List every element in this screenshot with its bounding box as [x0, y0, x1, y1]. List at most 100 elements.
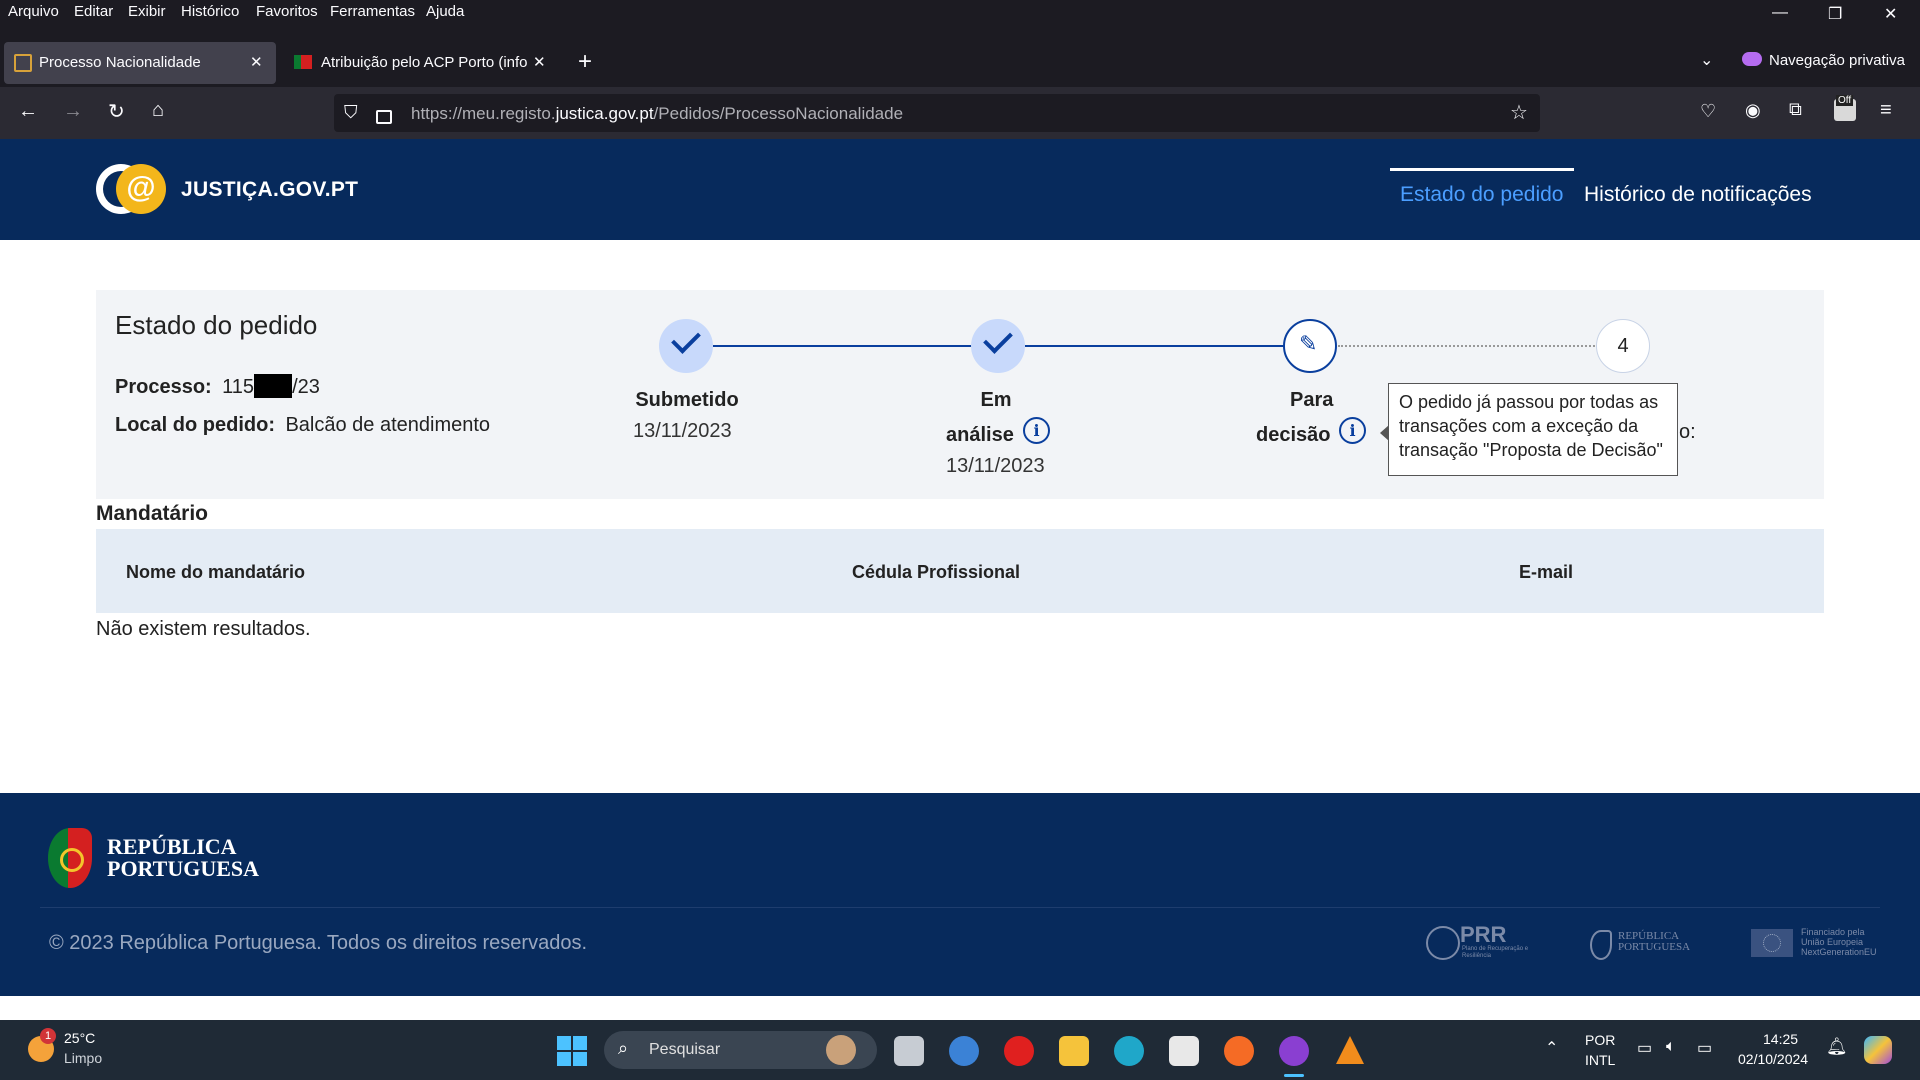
menu-exibir[interactable]: Exibir: [128, 3, 166, 20]
hamburger-menu-icon[interactable]: ≡: [1880, 99, 1892, 122]
copyright-text: © 2023 República Portuguesa. Todos os di…: [49, 932, 588, 954]
extensions-icon[interactable]: ⧉: [1789, 99, 1802, 120]
clock-date[interactable]: 02/10/2024: [1738, 1051, 1808, 1067]
step-em-analise-info-icon[interactable]: i: [1023, 417, 1050, 444]
prr-logo-text: PRR: [1460, 922, 1507, 947]
pocket-icon[interactable]: ♡: [1700, 101, 1716, 122]
local-label: Local do pedido:: [115, 414, 275, 436]
column-email: E-mail: [1519, 562, 1574, 582]
tab-bar: [0, 25, 1920, 87]
progress-line-2: [1025, 345, 1285, 347]
site-footer: [0, 793, 1920, 996]
clock-time[interactable]: 14:25: [1763, 1031, 1798, 1047]
qbittorrent-icon[interactable]: [949, 1036, 979, 1066]
tab-favicon-icon: [14, 54, 32, 72]
republica-portuguesa-logo[interactable]: REPÚBLICA PORTUGUESA: [107, 836, 259, 880]
step-em-analise-label-2: análise: [946, 424, 1014, 446]
show-hidden-icons-chevron[interactable]: ⌃: [1545, 1038, 1558, 1058]
tab-close-icon[interactable]: ✕: [250, 53, 263, 71]
url-bar[interactable]: ⛉ https://meu.registo.justica.gov.pt/Ped…: [334, 94, 1540, 132]
notification-bell-icon[interactable]: 🔔︎: [1826, 1037, 1848, 1057]
network-icon[interactable]: ▭: [1637, 1038, 1652, 1058]
opera-icon[interactable]: [1004, 1036, 1034, 1066]
bookmark-star-icon[interactable]: ☆: [1510, 100, 1528, 125]
step-em-analise-label-1: Em: [980, 389, 1012, 411]
vlc-icon[interactable]: [1336, 1036, 1364, 1064]
redaction-block: [254, 374, 293, 398]
step-4-partial-label: o:: [1679, 421, 1696, 443]
new-tab-button[interactable]: +: [578, 48, 592, 76]
local-row: Local do pedido: Balcão de atendimento: [115, 414, 490, 437]
site-logo-text[interactable]: JUSTIÇA.GOV.PT: [181, 178, 358, 202]
processo-label: Processo:: [115, 376, 212, 398]
active-nav-indicator: [1390, 168, 1574, 171]
tab-processo-nacionalidade[interactable]: Processo Nacionalidade ✕: [4, 42, 276, 84]
lock-icon[interactable]: [376, 110, 392, 124]
tab-label: Processo Nacionalidade: [39, 54, 201, 71]
search-placeholder: Pesquisar: [649, 1041, 721, 1058]
firefox-icon[interactable]: [1224, 1036, 1254, 1066]
menu-bar: Arquivo Editar Exibir Histórico Favorito…: [0, 0, 1920, 25]
decision-tooltip: O pedido já passou por todas as transaçõ…: [1388, 383, 1678, 476]
volume-icon[interactable]: 🔈︎: [1666, 1038, 1676, 1056]
menu-favoritos[interactable]: Favoritos: [256, 3, 318, 20]
minimize-icon[interactable]: —: [1772, 4, 1788, 22]
step-para-decisao-pencil-icon: ✎: [1283, 319, 1337, 373]
home-icon[interactable]: ⌂: [152, 99, 164, 122]
progress-line-3: [1338, 345, 1598, 347]
tab-label: Atribuição pelo ACP Porto (info: [321, 54, 528, 71]
justica-logo-icon[interactable]: @: [96, 164, 166, 214]
battery-icon[interactable]: ▭: [1697, 1038, 1712, 1058]
menu-editar[interactable]: Editar: [74, 3, 113, 20]
column-nome: Nome do mandatário: [126, 562, 306, 582]
search-icon: ⌕: [618, 1038, 629, 1058]
step-em-analise-check-icon: [971, 319, 1025, 373]
nav-estado-do-pedido[interactable]: Estado do pedido: [1400, 183, 1563, 207]
search-highlight-icon: [826, 1035, 856, 1065]
copilot-icon[interactable]: [1864, 1036, 1892, 1064]
restore-icon[interactable]: ❐: [1828, 4, 1842, 24]
url-text[interactable]: https://meu.registo.justica.gov.pt/Pedid…: [411, 104, 903, 124]
weather-status[interactable]: Limpo: [64, 1050, 102, 1066]
keyboard-layout[interactable]: INTL: [1585, 1052, 1615, 1068]
microsoft-store-icon[interactable]: [1169, 1036, 1199, 1066]
private-mask-icon: [1742, 52, 1762, 66]
step-em-analise-date: 13/11/2023: [946, 455, 1045, 477]
forward-icon[interactable]: →: [63, 100, 83, 123]
eu-funding-text: Financiado pela União Europeia NextGenerat…: [1801, 927, 1877, 957]
private-browsing-label: Navegação privativa: [1769, 52, 1905, 69]
republica-portuguesa-emblem-icon: [48, 828, 92, 888]
processo-prefix: 115: [222, 376, 255, 398]
mandatario-title: Mandatário: [96, 502, 209, 525]
account-icon[interactable]: ◉: [1745, 100, 1761, 121]
step-submetido-date: 13/11/2023: [633, 420, 732, 442]
task-view-icon[interactable]: [894, 1036, 924, 1066]
close-window-icon[interactable]: ✕: [1884, 4, 1897, 24]
weather-temp[interactable]: 25°C: [64, 1030, 95, 1046]
nav-historico-notificacoes[interactable]: Histórico de notificações: [1584, 183, 1812, 207]
menu-arquivo[interactable]: Arquivo: [8, 3, 59, 20]
local-value: Balcão de atendimento: [285, 414, 491, 436]
edge-icon[interactable]: [1114, 1036, 1144, 1066]
file-explorer-icon[interactable]: [1059, 1036, 1089, 1066]
menu-ferramentas[interactable]: Ferramentas: [330, 3, 415, 20]
tab-list-chevron-icon[interactable]: ⌄: [1700, 50, 1713, 70]
shield-icon[interactable]: ⛉: [344, 102, 358, 123]
tab-atribuicao[interactable]: Atribuição pelo ACP Porto (info ✕: [290, 42, 562, 84]
step-para-decisao-info-icon[interactable]: i: [1339, 417, 1366, 444]
tab-close-icon[interactable]: ✕: [533, 53, 546, 71]
firefox-private-icon[interactable]: [1279, 1036, 1309, 1066]
menu-ajuda[interactable]: Ajuda: [426, 3, 464, 20]
taskbar-search-box[interactable]: ⌕ Pesquisar: [604, 1031, 877, 1069]
footer-divider: [40, 907, 1880, 908]
menu-historico[interactable]: Histórico: [181, 3, 239, 20]
step-4-circle: 4: [1596, 319, 1650, 373]
windows-start-icon[interactable]: [557, 1036, 587, 1066]
rp-small-emblem-icon: [1590, 930, 1612, 960]
language-code[interactable]: POR: [1585, 1032, 1615, 1048]
eu-flag-icon: [1751, 929, 1793, 957]
reload-icon[interactable]: ↻: [108, 99, 125, 124]
progress-line-1: [713, 345, 973, 347]
back-icon[interactable]: ←: [18, 100, 38, 123]
extension-off-icon[interactable]: Off: [1834, 95, 1856, 121]
